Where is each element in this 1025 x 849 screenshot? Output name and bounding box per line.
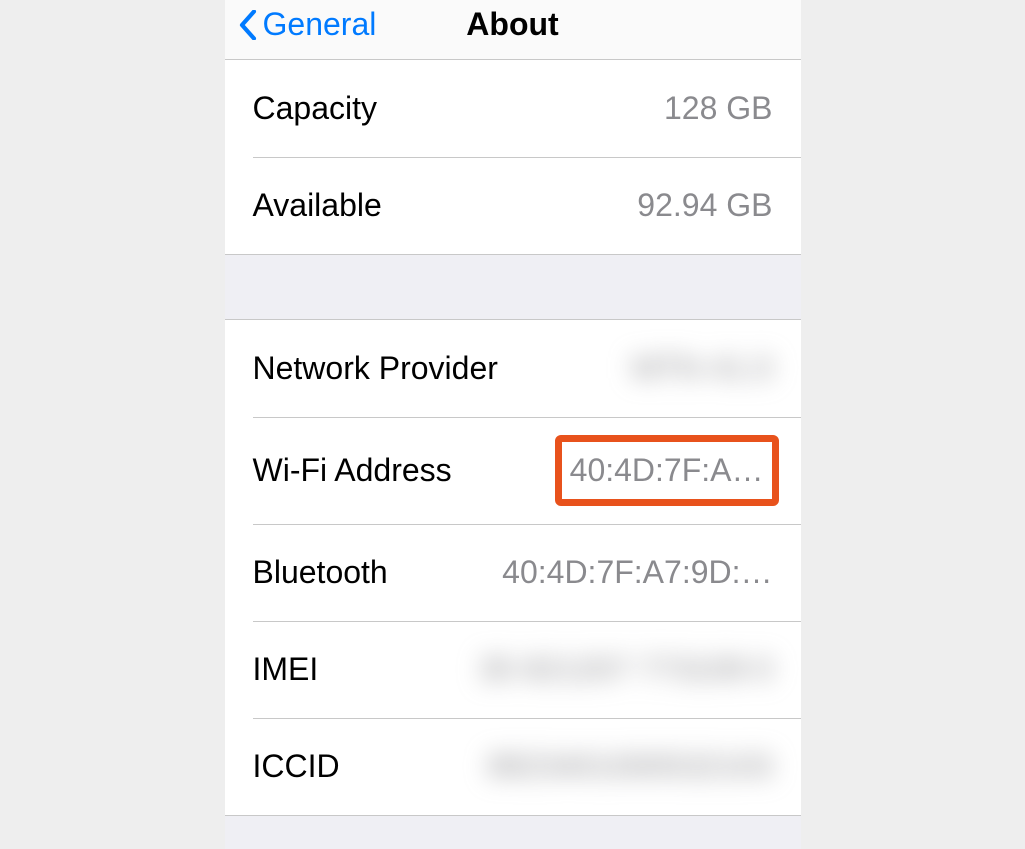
back-label: General [263,6,377,43]
network-group: Network Provider MTN 41.0 Wi-Fi Address … [225,319,801,816]
row-value-redacted: 8923401000532103 [488,748,773,785]
row-value-redacted: 35 821207 773109 0 [479,651,773,688]
row-label: ICCID [253,748,340,785]
row-wifi-address[interactable]: Wi-Fi Address 40:4D:7F:A… [225,417,801,524]
storage-group: Capacity 128 GB Available 92.94 GB [225,60,801,255]
row-available[interactable]: Available 92.94 GB [225,157,801,254]
row-value: 40:4D:7F:A7:9D:… [502,554,772,591]
page-title: About [466,6,558,43]
row-capacity[interactable]: Capacity 128 GB [225,60,801,157]
row-network-provider[interactable]: Network Provider MTN 41.0 [225,320,801,417]
row-label: Available [253,187,382,224]
row-label: Network Provider [253,350,498,387]
row-bluetooth[interactable]: Bluetooth 40:4D:7F:A7:9D:… [225,524,801,621]
row-value-redacted: MTN 41.0 [632,350,772,387]
settings-about-screen: General About Capacity 128 GB Available … [225,0,801,849]
row-label: Bluetooth [253,554,388,591]
row-label: Wi-Fi Address [253,452,452,489]
row-iccid[interactable]: ICCID 8923401000532103 [225,718,801,815]
highlight-annotation: 40:4D:7F:A… [555,435,779,506]
nav-bar: General About [225,0,801,60]
row-value: 40:4D:7F:A… [570,452,764,488]
row-label: Capacity [253,90,378,127]
row-imei[interactable]: IMEI 35 821207 773109 0 [225,621,801,718]
row-label: IMEI [253,651,319,688]
row-value: 92.94 GB [637,187,772,224]
section-spacer [225,255,801,319]
back-button[interactable]: General [239,6,377,43]
row-value: 128 GB [664,90,773,127]
chevron-left-icon [239,10,257,40]
